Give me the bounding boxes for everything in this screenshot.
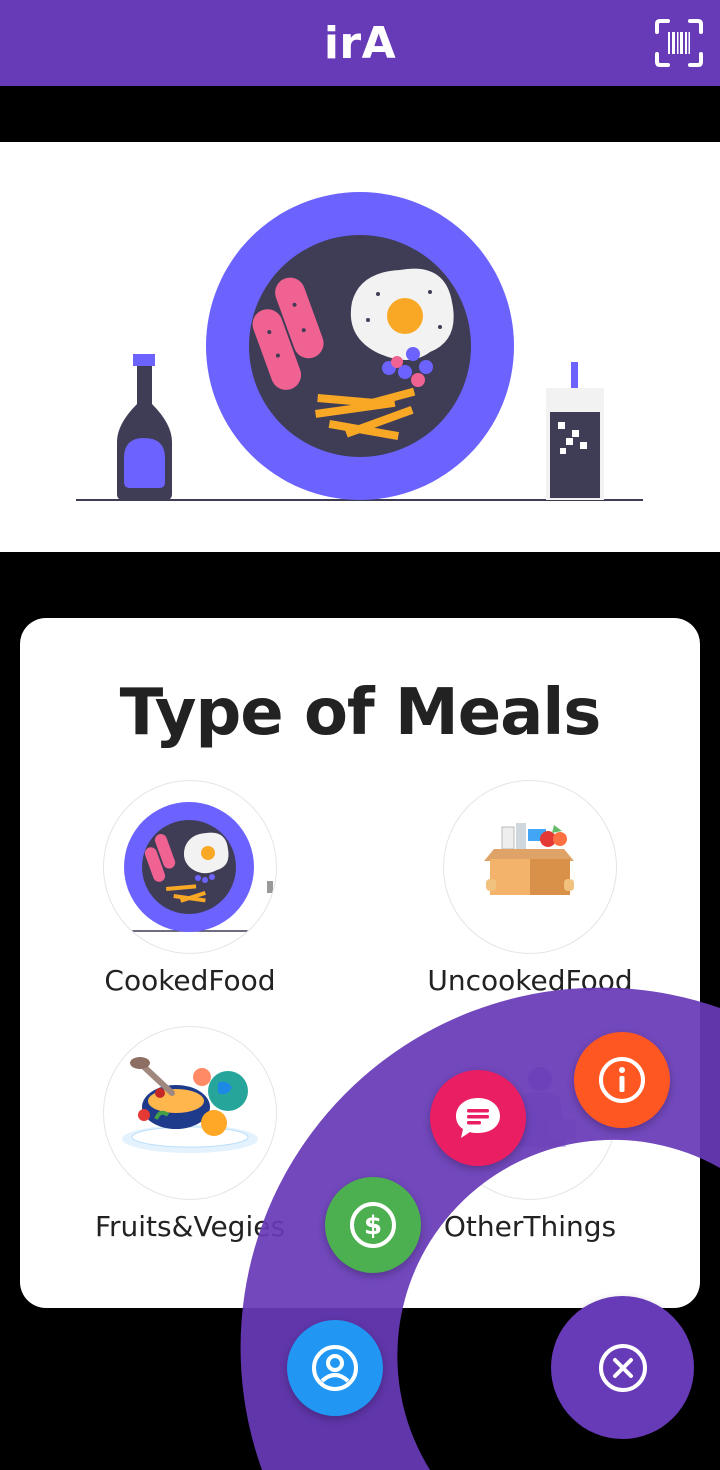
fruits-vegies-image xyxy=(103,1026,277,1200)
meal-label: OtherThings xyxy=(443,1210,617,1243)
svg-text:$: $ xyxy=(364,1211,382,1241)
meal-cooked-food[interactable]: CookedFood xyxy=(60,780,320,997)
account-circle-icon xyxy=(312,1345,358,1391)
meal-label: Fruits&Vegies xyxy=(94,1210,286,1243)
meal-label: UncookedFood xyxy=(427,964,633,997)
meal-uncooked-food[interactable]: UncookedFood xyxy=(400,780,660,997)
close-circle-icon xyxy=(598,1343,647,1392)
meal-fruits-vegies[interactable]: Fruits&Vegies xyxy=(60,1026,320,1243)
close-menu-fab[interactable] xyxy=(551,1296,694,1439)
grocery-box-image xyxy=(443,780,617,954)
barcode-scan-button[interactable] xyxy=(650,14,708,72)
message-icon xyxy=(456,1098,500,1138)
app-bar: irA xyxy=(0,0,720,86)
chat-fab[interactable] xyxy=(430,1070,526,1166)
money-fab[interactable]: $ xyxy=(325,1177,421,1273)
breakfast-plate-illustration xyxy=(76,192,643,501)
info-fab[interactable] xyxy=(574,1032,670,1128)
hero-banner xyxy=(0,142,720,552)
profile-fab[interactable] xyxy=(287,1320,383,1416)
meal-label: CookedFood xyxy=(104,964,276,997)
sauce-bottle xyxy=(117,354,172,500)
cooked-food-image xyxy=(103,780,277,954)
app-title: irA xyxy=(323,17,397,69)
card-heading: Type of Meals xyxy=(119,676,602,750)
dollar-icon: $ xyxy=(350,1202,396,1248)
info-icon xyxy=(599,1057,645,1103)
barcode-scan-icon xyxy=(655,19,703,67)
